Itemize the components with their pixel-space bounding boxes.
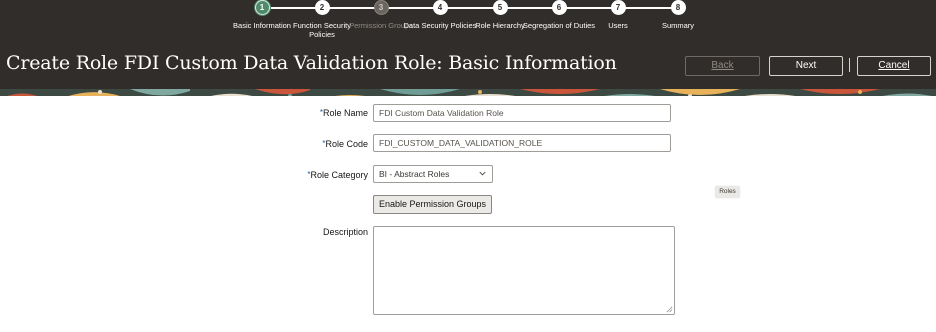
role-name-input[interactable]: FDI Custom Data Validation Role [373, 104, 671, 122]
chevron-down-icon [479, 171, 486, 176]
step-number: 4 [432, 0, 448, 15]
enable-permission-groups-button[interactable]: Enable Permission Groups [373, 195, 492, 214]
next-button-label: Next [795, 60, 817, 71]
back-button: Back [685, 56, 760, 76]
step-number: 6 [551, 0, 567, 15]
step-number: 7 [610, 0, 626, 15]
role-category-label-text: Role Category [310, 170, 368, 180]
page-header: 1 Basic Information 2 Function Security … [0, 0, 936, 90]
role-category-select[interactable]: BI - Abstract Roles [373, 165, 493, 183]
roles-tooltip: Roles [715, 186, 740, 198]
decorative-pattern [0, 89, 936, 96]
process-train: 1 Basic Information 2 Function Security … [0, 0, 936, 44]
next-button[interactable]: Next [769, 56, 843, 76]
header-pattern-strip [0, 86, 936, 96]
role-code-input[interactable]: FDI_CUSTOM_DATA_VALIDATION_ROLE [373, 134, 671, 152]
description-textarea[interactable] [373, 226, 675, 315]
cancel-button-label: Cancel [878, 60, 910, 71]
step-number: 2 [314, 0, 330, 15]
train-step-summary[interactable]: 8 Summary [638, 0, 718, 30]
role-code-label-text: Role Code [325, 139, 368, 149]
toolbar-separator [849, 58, 850, 72]
role-name-label: *Role Name [248, 108, 368, 118]
cancel-button[interactable]: Cancel [857, 56, 931, 76]
step-number: 3 [373, 0, 389, 15]
role-name-label-text: Role Name [322, 108, 368, 118]
role-category-value: BI - Abstract Roles [379, 169, 450, 179]
role-category-label: *Role Category [248, 170, 368, 180]
step-number: 5 [492, 0, 508, 15]
role-code-label: *Role Code [248, 139, 368, 149]
resize-handle-icon[interactable] [666, 306, 673, 313]
step-number: 8 [670, 0, 686, 15]
step-label: Summary [661, 21, 695, 30]
page-title: Create Role FDI Custom Data Validation R… [6, 52, 617, 74]
back-button-label: Back [711, 60, 734, 71]
description-label: Description [322, 227, 368, 237]
step-number: 1 [254, 0, 270, 15]
